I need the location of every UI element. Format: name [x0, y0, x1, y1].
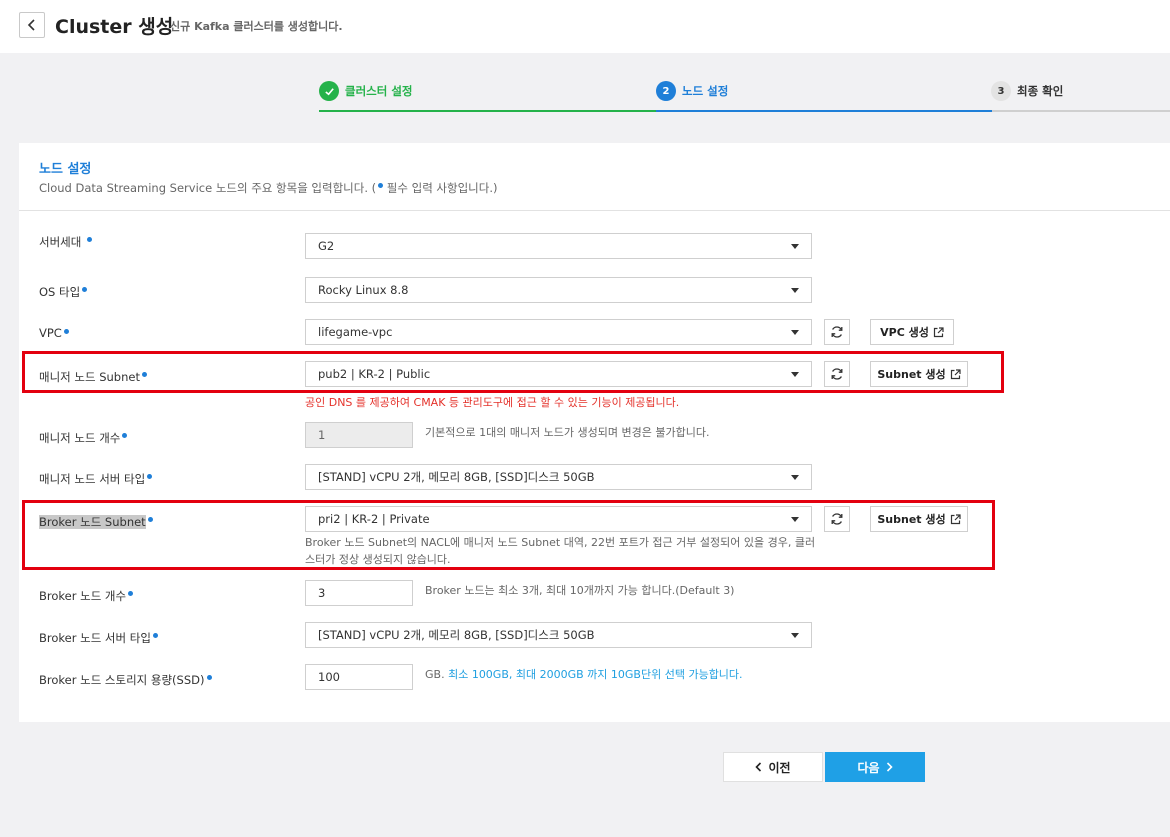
page-title: Cluster 생성 [55, 16, 174, 38]
step-line-done [319, 110, 656, 112]
step-line-pending [992, 110, 1170, 112]
step-number: 3 [991, 81, 1011, 101]
broker-storage-label: Broker 노드 스토리지 용량(SSD) [39, 672, 212, 688]
vpc-select[interactable]: lifegame-vpc [305, 319, 812, 345]
server-gen-label: 서버세대 [39, 234, 92, 250]
step-number: 2 [656, 81, 676, 101]
vpc-create-button[interactable]: VPC 생성 [870, 319, 954, 345]
panel-header: 노드 설정 Cloud Data Streaming Service 노드의 주… [19, 143, 1170, 211]
vpc-refresh-button[interactable] [824, 319, 850, 345]
panel-title: 노드 설정 [39, 162, 92, 177]
step-final-confirm: 3 최종 확인 [991, 81, 1063, 113]
refresh-icon [831, 326, 843, 338]
manager-count-label: 매니저 노드 개수 [39, 430, 128, 446]
highlight-box-manager-subnet [22, 351, 1004, 393]
manager-subnet-hint: 공인 DNS 를 제공하여 CMAK 등 관리도구에 접근 할 수 있는 기능이… [305, 396, 680, 409]
panel-description: Cloud Data Streaming Service 노드의 주요 항목을 … [39, 181, 498, 195]
os-type-label: OS 타입 [39, 284, 88, 300]
caret-down-icon [791, 475, 799, 480]
check-icon [319, 81, 339, 101]
os-type-select[interactable]: Rocky Linux 8.8 [305, 277, 812, 303]
caret-down-icon [791, 330, 799, 335]
chevron-left-icon [755, 762, 762, 772]
server-gen-select[interactable]: G2 [305, 233, 812, 259]
caret-down-icon [791, 633, 799, 638]
broker-count-hint: Broker 노드는 최소 3개, 최대 10개까지 가능 합니다.(Defau… [425, 584, 735, 597]
next-button[interactable]: 다음 [825, 752, 925, 782]
broker-storage-input[interactable]: 100 [305, 664, 413, 690]
prev-button[interactable]: 이전 [723, 752, 823, 782]
manager-count-hint: 기본적으로 1대의 매니저 노드가 생성되며 변경은 불가합니다. [425, 426, 710, 439]
step-line-active [656, 110, 992, 112]
chevron-left-icon [27, 19, 35, 31]
top-bar: Cluster 생성 신규 Kafka 클러스터를 생성합니다. [0, 0, 1170, 53]
back-button[interactable] [19, 12, 45, 38]
broker-server-type-select[interactable]: [STAND] vCPU 2개, 메모리 8GB, [SSD]디스크 50GB [305, 622, 812, 648]
broker-count-input[interactable]: 3 [305, 580, 413, 606]
step-node-settings: 2 노드 설정 [656, 81, 728, 113]
vpc-label: VPC [39, 326, 69, 340]
step-label: 최종 확인 [1017, 84, 1064, 98]
page-subtitle: 신규 Kafka 클러스터를 생성합니다. [170, 20, 343, 33]
broker-count-label: Broker 노드 개수 [39, 588, 134, 604]
broker-server-type-label: Broker 노드 서버 타입 [39, 630, 158, 646]
chevron-right-icon [886, 762, 893, 772]
external-link-icon [933, 326, 944, 337]
step-cluster-settings: 클러스터 설정 [319, 81, 412, 113]
caret-down-icon [791, 244, 799, 249]
manager-server-type-select[interactable]: [STAND] vCPU 2개, 메모리 8GB, [SSD]디스크 50GB [305, 464, 812, 490]
broker-storage-hint: GB. 최소 100GB, 최대 2000GB 까지 10GB단위 선택 가능합… [425, 668, 743, 681]
highlight-box-broker-subnet [22, 500, 995, 570]
step-label: 노드 설정 [682, 84, 729, 98]
step-label: 클러스터 설정 [345, 84, 413, 98]
manager-count-input: 1 [305, 422, 413, 448]
caret-down-icon [791, 288, 799, 293]
manager-server-type-label: 매니저 노드 서버 타입 [39, 471, 153, 487]
step-indicator: 클러스터 설정 2 노드 설정 3 최종 확인 [319, 81, 1170, 113]
